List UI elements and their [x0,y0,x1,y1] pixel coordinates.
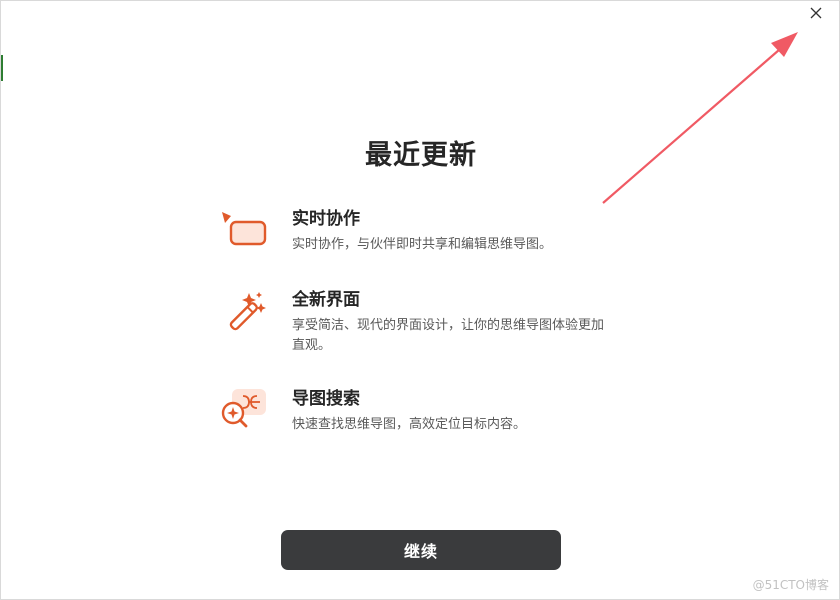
feature-description: 实时协作，与伙伴即时共享和编辑思维导图。 [292,237,553,252]
watermark: @51CTO博客 [752,578,829,592]
feature-description: 享受简洁、现代的界面设计，让你的思维导图体验更加直观。 [292,318,605,353]
edge-accent [1,55,3,81]
dialog-title: 最近更新 [365,140,477,171]
map-search-icon [221,389,266,428]
collaboration-icon [222,212,267,246]
close-button[interactable] [807,4,825,22]
feature-title: 实时协作 [292,209,360,229]
feature-map-search: 导图搜索 快速查找思维导图，高效定位目标内容。 [219,388,639,458]
feature-realtime-collab: 实时协作 实时协作，与伙伴即时共享和编辑思维导图。 [219,208,639,278]
feature-title: 导图搜索 [292,389,360,409]
continue-button[interactable]: 继续 [281,530,561,570]
feature-new-ui: 全新界面 享受简洁、现代的界面设计，让你的思维导图体验更加直观。 [219,289,639,359]
feature-description: 快速查找思维导图，高效定位目标内容。 [292,417,527,432]
close-icon [810,7,822,19]
update-dialog: 最近更新 实时协作 实时协作，与伙伴即时共享和编辑思维导图。 全新界面 享受简洁… [0,0,840,600]
feature-title: 全新界面 [292,290,360,310]
magic-wand-icon [229,292,266,331]
